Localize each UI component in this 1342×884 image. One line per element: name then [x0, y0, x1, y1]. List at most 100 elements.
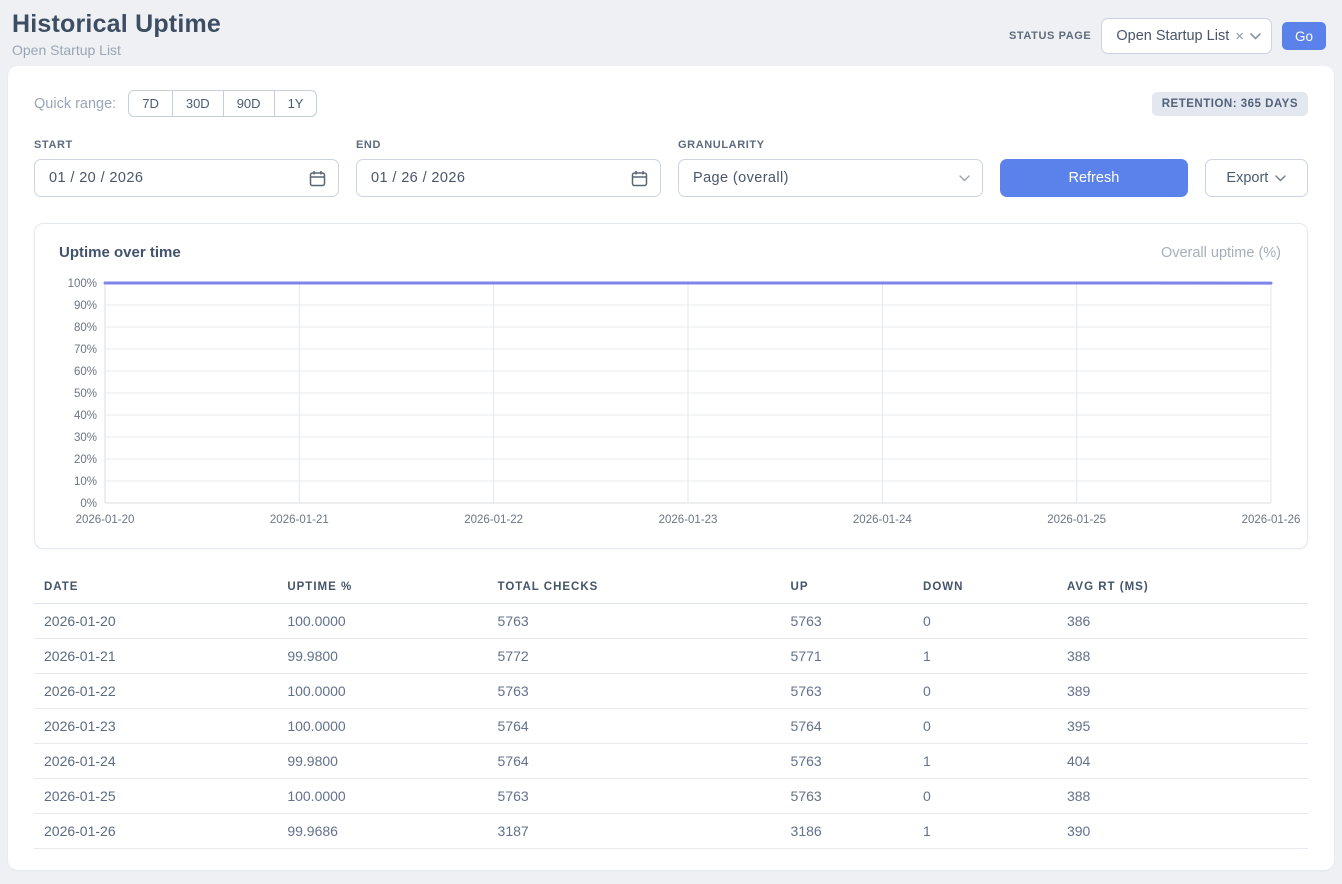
table-row: 2026-01-25100.0000576357630388 [34, 779, 1308, 814]
table-cell: 5764 [781, 709, 913, 744]
y-axis-tick-label: 20% [74, 454, 97, 466]
table-cell: 0 [913, 709, 1057, 744]
table-cell: 5763 [781, 604, 913, 639]
table-cell: 2026-01-26 [34, 814, 277, 849]
table-row: 2026-01-2499.9800576457631404 [34, 744, 1308, 779]
x-axis-tick-label: 2026-01-26 [1242, 514, 1301, 526]
chart-legend: Overall uptime (%) [1161, 245, 1281, 261]
table-cell: 390 [1057, 814, 1308, 849]
granularity-label: GRANULARITY [678, 139, 983, 151]
quick-range-1y-button[interactable]: 1Y [274, 90, 318, 117]
table-cell: 2026-01-25 [34, 779, 277, 814]
table-cell: 99.9800 [277, 744, 487, 779]
status-page-selected-value: Open Startup List [1116, 28, 1229, 44]
chevron-down-icon [959, 175, 970, 182]
granularity-value: Page (overall) [693, 170, 789, 186]
column-header: AVG RT (MS) [1057, 573, 1308, 604]
table-cell: 0 [913, 604, 1057, 639]
granularity-select[interactable]: Page (overall) [678, 159, 983, 197]
start-label: START [34, 139, 339, 151]
table-cell: 3187 [488, 814, 781, 849]
calendar-icon[interactable] [309, 170, 326, 187]
quick-range-30d-button[interactable]: 30D [172, 90, 224, 117]
x-axis-tick-label: 2026-01-22 [464, 514, 523, 526]
page-subtitle: Open Startup List [12, 42, 221, 58]
end-date-input[interactable]: 01 / 26 / 2026 [356, 159, 661, 197]
title-block: Historical Uptime Open Startup List [12, 10, 221, 58]
table-cell: 386 [1057, 604, 1308, 639]
filter-controls: START 01 / 20 / 2026 END 01 / 26 / 2026 … [34, 139, 1308, 197]
y-axis-tick-label: 10% [74, 476, 97, 488]
chart-title: Uptime over time [59, 244, 181, 261]
table-cell: 100.0000 [277, 779, 487, 814]
uptime-chart-card: Uptime over time Overall uptime (%) 0%10… [34, 223, 1308, 549]
table-cell: 2026-01-20 [34, 604, 277, 639]
y-axis-tick-label: 30% [74, 432, 97, 444]
column-header: DATE [34, 573, 277, 604]
table-cell: 2026-01-21 [34, 639, 277, 674]
export-button[interactable]: Export [1205, 159, 1308, 197]
table-cell: 1 [913, 639, 1057, 674]
historical-uptime-page: Historical Uptime Open Startup List STAT… [0, 0, 1342, 884]
table-cell: 1 [913, 744, 1057, 779]
x-axis-tick-label: 2026-01-21 [270, 514, 329, 526]
table-row: 2026-01-22100.0000576357630389 [34, 674, 1308, 709]
table-cell: 5763 [488, 604, 781, 639]
table-cell: 5763 [781, 779, 913, 814]
quick-range-90d-button[interactable]: 90D [223, 90, 275, 117]
x-axis-tick-label: 2026-01-20 [76, 514, 135, 526]
status-page-select[interactable]: Open Startup List × [1101, 18, 1272, 54]
y-axis-tick-label: 40% [74, 410, 97, 422]
table-cell: 2026-01-24 [34, 744, 277, 779]
page-header: Historical Uptime Open Startup List STAT… [0, 0, 1342, 66]
quick-range-7d-button[interactable]: 7D [128, 90, 173, 117]
x-axis-tick-label: 2026-01-25 [1047, 514, 1106, 526]
start-date-field: START 01 / 20 / 2026 [34, 139, 339, 197]
column-header: UPTIME % [277, 573, 487, 604]
table-row: 2026-01-23100.0000576457640395 [34, 709, 1308, 744]
table-cell: 389 [1057, 674, 1308, 709]
table-cell: 395 [1057, 709, 1308, 744]
end-date-field: END 01 / 26 / 2026 [356, 139, 661, 197]
table-cell: 3186 [781, 814, 913, 849]
y-axis-tick-label: 70% [74, 344, 97, 356]
table-header-row: DATEUPTIME %TOTAL CHECKSUPDOWNAVG RT (MS… [34, 573, 1308, 604]
export-label: Export [1226, 170, 1268, 186]
y-axis-tick-label: 90% [74, 300, 97, 312]
table-row: 2026-01-2199.9800577257711388 [34, 639, 1308, 674]
page-title: Historical Uptime [12, 10, 221, 39]
table-cell: 0 [913, 779, 1057, 814]
table-cell: 2026-01-23 [34, 709, 277, 744]
start-date-input[interactable]: 01 / 20 / 2026 [34, 159, 339, 197]
table-cell: 5764 [488, 744, 781, 779]
table-cell: 100.0000 [277, 604, 487, 639]
table-cell: 99.9800 [277, 639, 487, 674]
table-cell: 5763 [488, 779, 781, 814]
table-cell: 5763 [781, 744, 913, 779]
y-axis-tick-label: 80% [74, 322, 97, 334]
clear-icon[interactable]: × [1235, 29, 1244, 44]
table-cell: 5763 [488, 674, 781, 709]
quick-range-group: 7D 30D 90D 1Y [128, 90, 317, 117]
table-cell: 2026-01-22 [34, 674, 277, 709]
go-button[interactable]: Go [1282, 22, 1326, 50]
quick-range-label: Quick range: [34, 96, 116, 112]
refresh-button[interactable]: Refresh [1000, 159, 1188, 197]
column-header: TOTAL CHECKS [488, 573, 781, 604]
column-header: DOWN [913, 573, 1057, 604]
start-date-value: 01 / 20 / 2026 [49, 170, 143, 186]
table-cell: 5764 [488, 709, 781, 744]
calendar-icon[interactable] [631, 170, 648, 187]
table-cell: 388 [1057, 639, 1308, 674]
retention-badge: RETENTION: 365 DAYS [1152, 92, 1308, 116]
main-panel: Quick range: 7D 30D 90D 1Y RETENTION: 36… [8, 66, 1334, 870]
table-cell: 5771 [781, 639, 913, 674]
uptime-table: DATEUPTIME %TOTAL CHECKSUPDOWNAVG RT (MS… [34, 573, 1308, 849]
table-cell: 1 [913, 814, 1057, 849]
chevron-down-icon [1275, 175, 1286, 182]
table-row: 2026-01-2699.9686318731861390 [34, 814, 1308, 849]
chevron-down-icon [1250, 33, 1261, 40]
x-axis-tick-label: 2026-01-24 [853, 514, 912, 526]
table-row: 2026-01-20100.0000576357630386 [34, 604, 1308, 639]
y-axis-tick-label: 60% [74, 366, 97, 378]
